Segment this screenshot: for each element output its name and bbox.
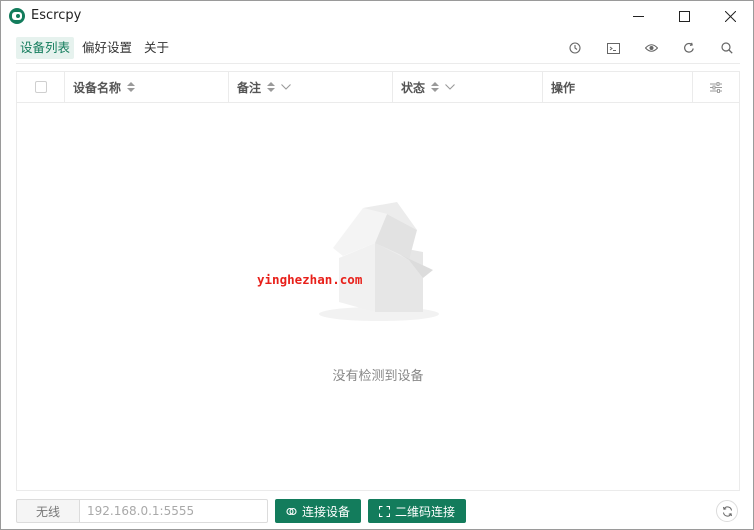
minimize-button[interactable] [615,1,661,32]
search-icon [721,42,733,54]
device-table: 设备名称 备注 状态 操作 yinghezhan.com 没有检测到设备 [16,71,740,491]
maximize-button[interactable] [661,1,707,32]
tab-about[interactable]: 关于 [140,37,173,59]
close-button[interactable] [707,1,753,32]
sort-icon[interactable] [431,82,440,92]
scan-icon [378,505,390,517]
app-logo-icon [9,8,25,24]
qr-connect-label: 二维码连接 [394,504,455,519]
column-device-name[interactable]: 设备名称 [64,72,228,102]
column-label: 状态 [401,80,426,95]
terminal-icon [606,42,620,54]
link-icon [286,507,297,515]
history-icon [569,42,581,54]
maximize-icon [678,11,690,22]
column-remark[interactable]: 备注 [228,72,392,102]
sync-icon [722,505,732,517]
terminal-button[interactable] [603,39,623,57]
nav-divider [16,63,740,64]
column-actions: 操作 [542,72,692,102]
connect-device-label: 连接设备 [301,504,350,519]
header-select-cell [17,72,64,102]
refresh-button[interactable] [679,39,699,57]
app-window: Escrcpy 设备列表 偏好设置 关于 设备名称 备注 状态 操作 yingh… [0,0,754,530]
history-button[interactable] [565,39,585,57]
column-label: 设备名称 [73,80,122,95]
refresh-icon [684,42,694,53]
eye-icon [644,44,658,52]
column-settings-button[interactable] [692,72,739,102]
sliders-icon [710,81,722,93]
sort-icon[interactable] [267,82,276,92]
column-label: 操作 [551,80,576,95]
empty-state-text: 没有检测到设备 [332,369,424,384]
chevron-down-icon[interactable] [445,84,455,90]
window-title: Escrcpy [31,8,82,23]
ip-address-input[interactable] [80,499,268,523]
qr-connect-button[interactable]: 二维码连接 [368,499,466,523]
title-bar: Escrcpy [1,1,753,32]
sort-icon[interactable] [127,82,136,92]
search-button[interactable] [717,39,737,57]
table-header: 设备名称 备注 状态 操作 [17,72,739,103]
watermark-text: yinghezhan.com [257,272,363,287]
main-nav: 设备列表 偏好设置 关于 [16,37,173,59]
connection-mode-select[interactable]: 无线 [16,499,80,523]
minimize-icon [632,16,644,17]
tab-preferences[interactable]: 偏好设置 [78,37,136,59]
connect-device-button[interactable]: 连接设备 [275,499,361,523]
column-status[interactable]: 状态 [392,72,542,102]
tab-device-list[interactable]: 设备列表 [16,37,75,59]
select-all-checkbox[interactable] [34,81,47,93]
footer-refresh-button[interactable] [716,500,738,522]
chevron-down-icon[interactable] [281,84,291,90]
close-icon [724,11,736,22]
visibility-button[interactable] [641,39,661,57]
column-label: 备注 [237,80,262,95]
empty-box-illustration [319,202,439,321]
